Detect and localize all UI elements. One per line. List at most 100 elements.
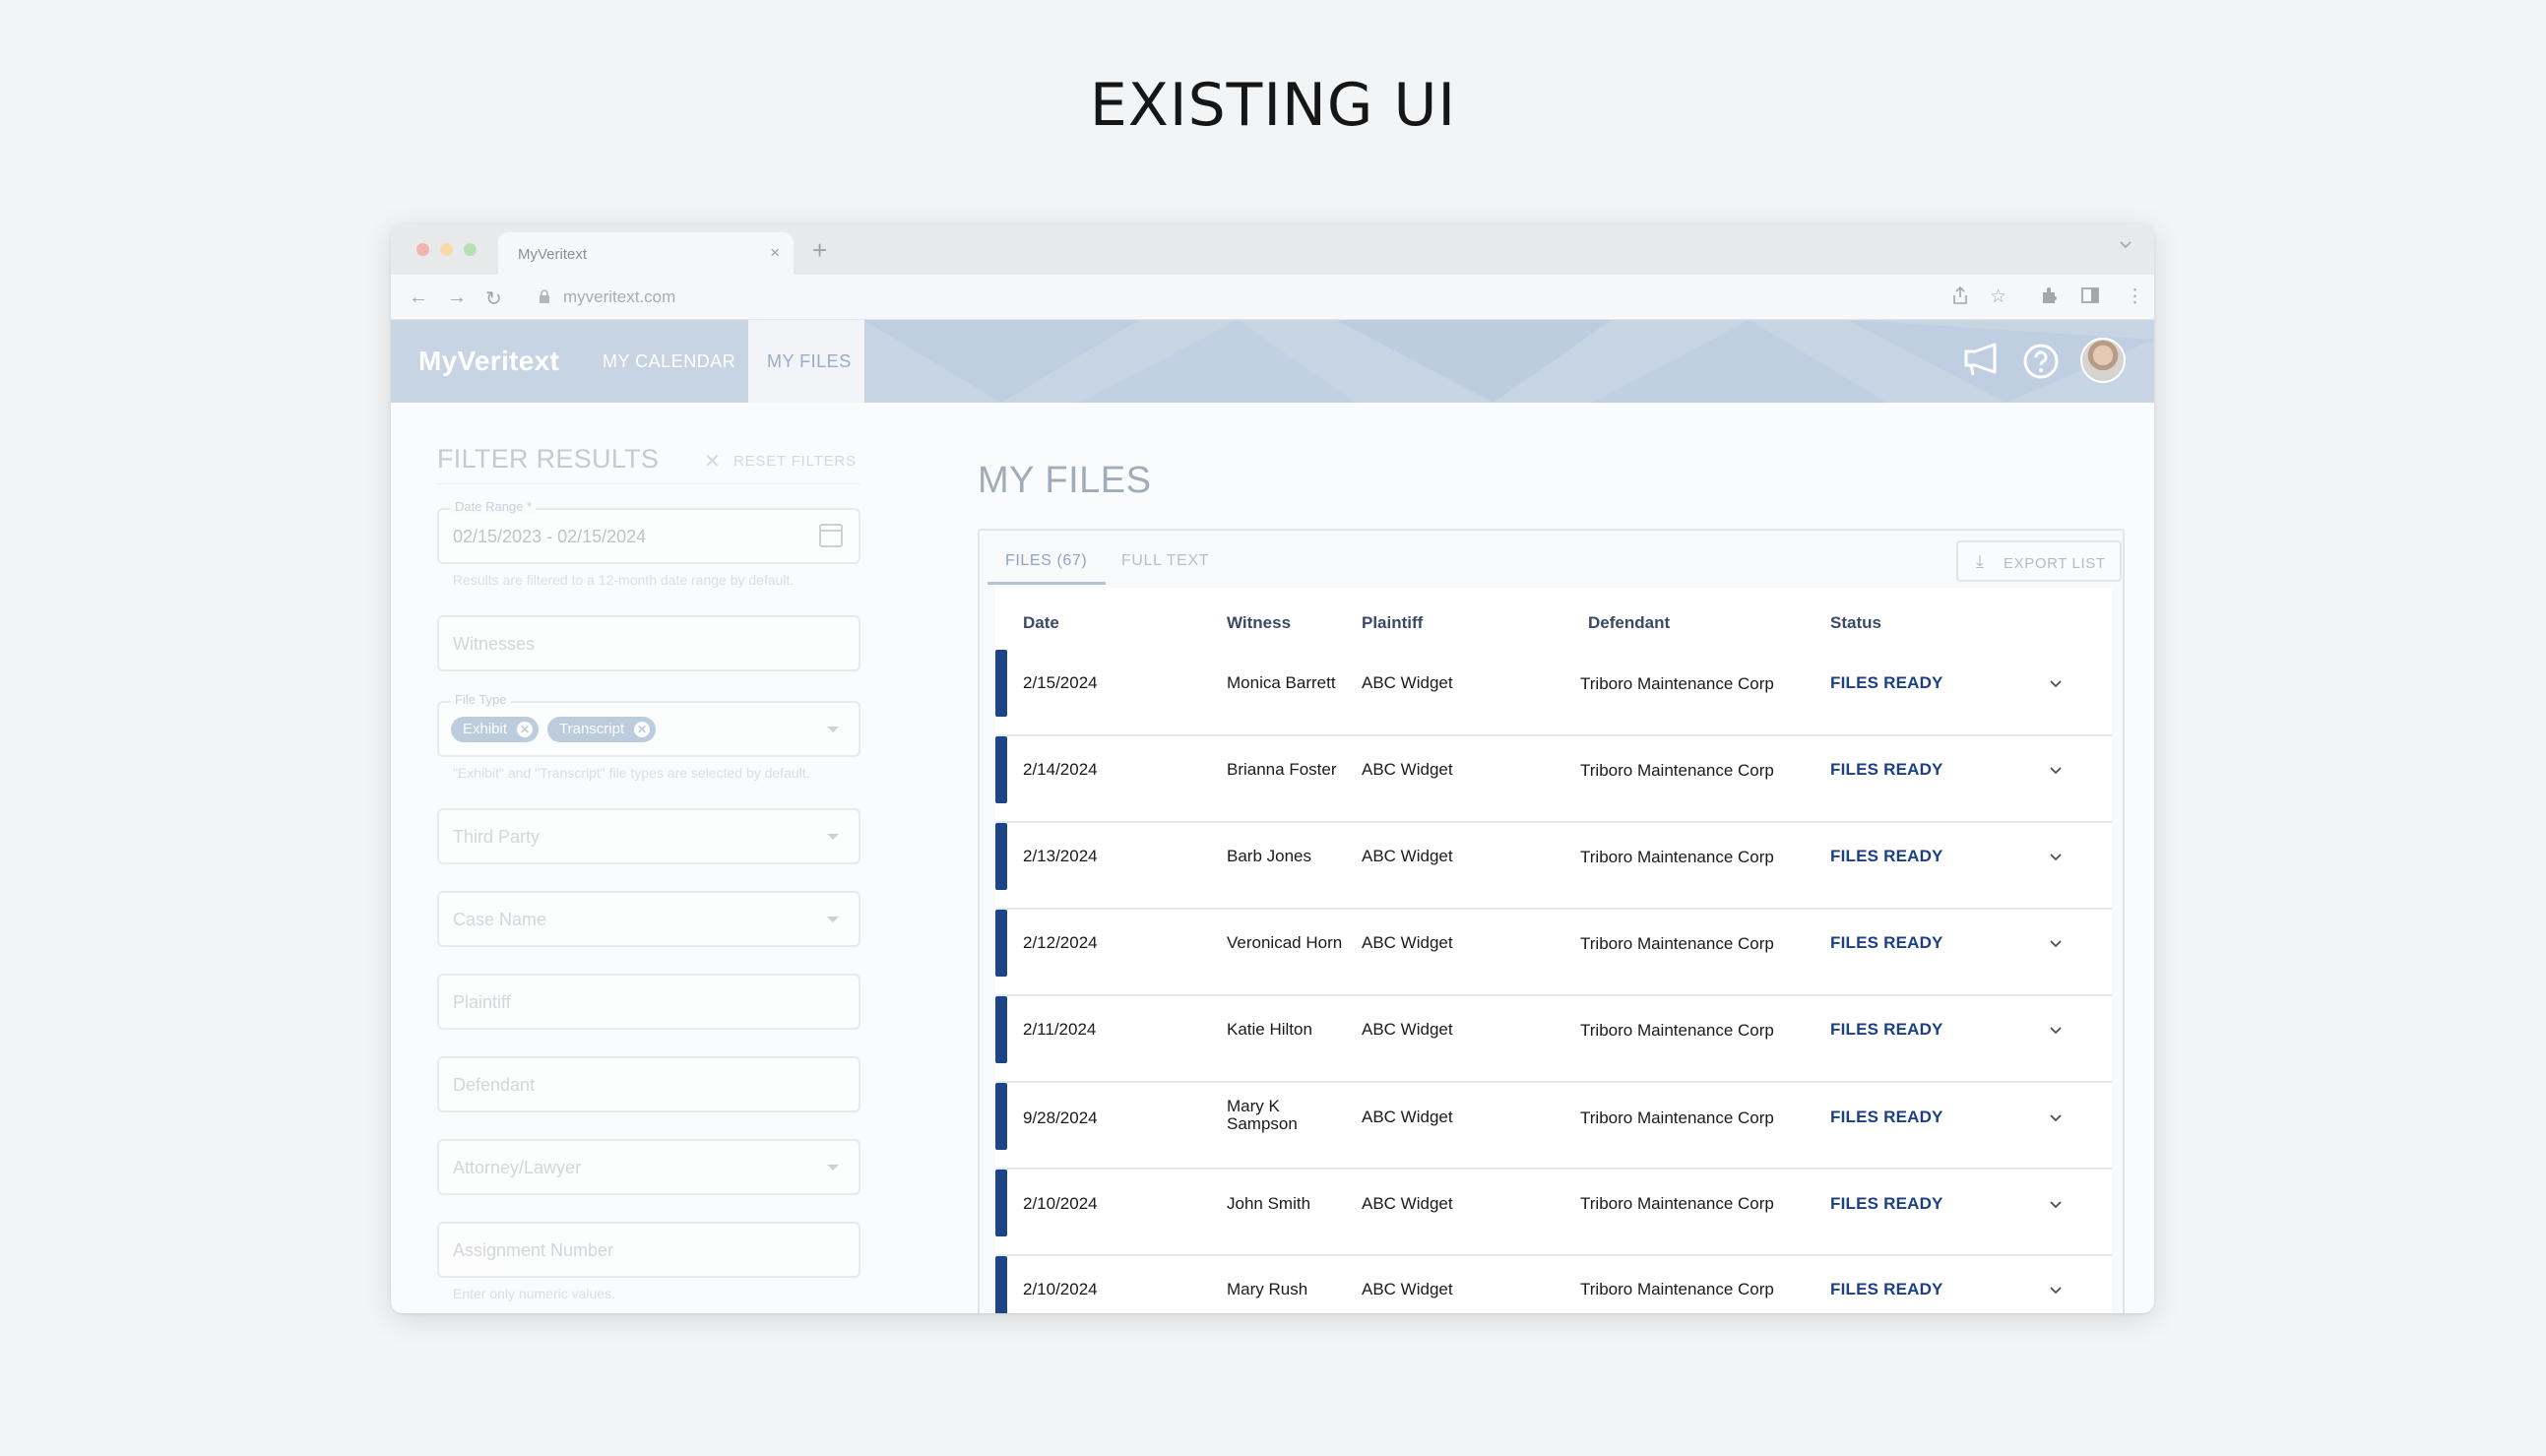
close-icon[interactable]: ×: [770, 243, 780, 263]
chevron-down-icon[interactable]: [2049, 1111, 2063, 1125]
browser-tab-title: MyVeritext: [518, 246, 588, 263]
sidebar-icon[interactable]: [2080, 285, 2100, 305]
more-icon[interactable]: ⋮: [2126, 285, 2144, 308]
column-header-status[interactable]: Status: [1830, 613, 1881, 633]
defendant-field[interactable]: Defendant: [437, 1056, 860, 1112]
witnesses-field[interactable]: Witnesses: [437, 615, 860, 671]
chevron-down-icon[interactable]: [2049, 937, 2063, 951]
table-row[interactable]: 2/11/2024 Katie Hilton ABC Widget Tribor…: [995, 996, 2112, 1083]
extensions-icon[interactable]: [2040, 285, 2060, 305]
tab-menu-chevron-icon[interactable]: [2119, 237, 2132, 251]
chevron-down-icon[interactable]: [2049, 1024, 2063, 1038]
table-row[interactable]: 2/10/2024 John Smith ABC Widget Triboro …: [995, 1170, 2112, 1256]
file-type-hint: "Exhibit" and "Transcript" file types ar…: [453, 765, 810, 781]
app-logo[interactable]: MyVeritext: [418, 346, 559, 377]
window-maximize-dot[interactable]: [464, 243, 477, 256]
cell-witness: Monica Barrett: [1227, 673, 1336, 692]
status-badge: FILES READY: [1830, 847, 1943, 865]
status-badge: FILES READY: [1830, 1194, 1943, 1213]
star-icon[interactable]: ☆: [1990, 285, 2006, 308]
share-icon[interactable]: [1951, 285, 1969, 305]
table-row[interactable]: 9/28/2024 Mary K Sampson ABC Widget Trib…: [995, 1083, 2112, 1170]
cell-defendant: Triboro Maintenance Corp: [1580, 1280, 1774, 1298]
case-name-select[interactable]: Case Name: [437, 891, 860, 947]
export-list-button[interactable]: ⤓ EXPORT LIST: [1956, 540, 2122, 582]
column-header-witness[interactable]: Witness: [1227, 613, 1291, 633]
cell-defendant: Triboro Maintenance Corp: [1580, 1108, 1774, 1127]
chevron-down-icon[interactable]: [827, 917, 839, 922]
url-field[interactable]: myveritext.com: [563, 287, 675, 307]
close-icon[interactable]: ✕: [634, 722, 651, 737]
cell-date: 2/10/2024: [1023, 1194, 1098, 1213]
browser-window: MyVeritext × + ← → ↻ myveritext.com ☆ ⋮: [391, 223, 2154, 1313]
avatar[interactable]: [2080, 338, 2126, 383]
chevron-down-icon[interactable]: [827, 1165, 839, 1171]
table-row[interactable]: 2/14/2024 Brianna Foster ABC Widget Trib…: [995, 736, 2112, 823]
megaphone-icon[interactable]: [1961, 340, 2003, 381]
export-list-label: EXPORT LIST: [2004, 555, 2106, 572]
date-range-value: 02/15/2023 - 02/15/2024: [453, 527, 647, 546]
table-row[interactable]: 2/10/2024 Mary Rush ABC Widget Triboro M…: [995, 1256, 2112, 1313]
cell-date: 2/11/2024: [1023, 1020, 1097, 1039]
table-row[interactable]: 2/15/2024 Monica Barrett ABC Widget Trib…: [995, 650, 2112, 736]
cell-plaintiff: ABC Widget: [1362, 1020, 1453, 1039]
cell-defendant: Triboro Maintenance Corp: [1580, 1021, 1774, 1040]
filter-title: FILTER RESULTS: [437, 444, 660, 474]
forward-icon[interactable]: →: [447, 286, 467, 309]
close-icon[interactable]: ✕: [517, 722, 534, 737]
chip-exhibit[interactable]: Exhibit ✕: [451, 717, 540, 742]
divider: [437, 483, 860, 484]
browser-tab[interactable]: MyVeritext ×: [498, 232, 794, 275]
attorney-select[interactable]: Attorney/Lawyer: [437, 1139, 860, 1195]
new-tab-button[interactable]: +: [812, 235, 827, 266]
file-type-field[interactable]: File Type Exhibit ✕ Transcript ✕: [437, 692, 860, 757]
column-header-defendant[interactable]: Defendant: [1588, 613, 1670, 633]
status-badge: FILES READY: [1830, 1280, 1943, 1298]
table-row[interactable]: 2/13/2024 Barb Jones ABC Widget Triboro …: [995, 823, 2112, 910]
table-row[interactable]: 2/12/2024 Veronicad Horn ABC Widget Trib…: [995, 910, 2112, 996]
page-title: MY FILES: [978, 460, 1152, 501]
cell-date: 2/15/2024: [1023, 673, 1098, 692]
chevron-down-icon[interactable]: [2049, 677, 2063, 691]
close-icon[interactable]: ✕: [704, 449, 721, 474]
nav-my-files-label: MY FILES: [767, 351, 852, 371]
tab-strip: MyVeritext × +: [391, 223, 2154, 275]
cell-defendant: Triboro Maintenance Corp: [1580, 674, 1774, 693]
reload-icon[interactable]: ↻: [485, 286, 502, 311]
cell-witness: John Smith: [1227, 1194, 1311, 1213]
nav-my-calendar[interactable]: MY CALENDAR: [603, 351, 735, 372]
tab-full-text[interactable]: FULL TEXT: [1121, 552, 1209, 570]
plaintiff-field[interactable]: Plaintiff: [437, 974, 860, 1030]
content-area: FILTER RESULTS ✕ RESET FILTERS Date Rang…: [391, 403, 2154, 1313]
chevron-down-icon[interactable]: [2049, 1284, 2063, 1298]
help-icon[interactable]: [2021, 342, 2061, 381]
chevron-down-icon[interactable]: [2049, 764, 2063, 778]
back-icon[interactable]: ←: [409, 286, 428, 309]
column-header-plaintiff[interactable]: Plaintiff: [1362, 613, 1423, 633]
cell-date: 2/10/2024: [1023, 1280, 1098, 1298]
cell-date: 2/14/2024: [1023, 760, 1098, 779]
window-close-dot[interactable]: [416, 243, 429, 256]
reset-filters-button[interactable]: RESET FILTERS: [733, 453, 857, 470]
third-party-select[interactable]: Third Party: [437, 808, 860, 864]
chevron-down-icon[interactable]: [2049, 851, 2063, 864]
chip-transcript[interactable]: Transcript ✕: [547, 717, 657, 742]
lock-icon: [540, 289, 549, 303]
assignment-number-field[interactable]: Assignment Number: [437, 1222, 860, 1278]
chevron-down-icon[interactable]: [827, 727, 839, 732]
calendar-icon[interactable]: [819, 524, 843, 547]
status-badge: FILES READY: [1830, 1108, 1943, 1126]
tab-files[interactable]: FILES (67): [1005, 552, 1087, 570]
chevron-down-icon[interactable]: [2049, 1198, 2063, 1212]
app-header: MyVeritext MY CALENDAR MY FILES: [391, 320, 2154, 403]
cell-witness: Veronicad Horn: [1227, 933, 1343, 952]
files-table: Date Witness Plaintiff Defendant Status …: [995, 588, 2112, 1313]
assignment-placeholder: Assignment Number: [453, 1240, 614, 1260]
chevron-down-icon[interactable]: [827, 834, 839, 840]
plaintiff-placeholder: Plaintiff: [453, 992, 511, 1012]
date-range-field[interactable]: Date Range * 02/15/2023 - 02/15/2024: [437, 499, 860, 564]
window-minimize-dot[interactable]: [440, 243, 453, 256]
active-tab-indicator: [987, 582, 1106, 585]
column-header-date[interactable]: Date: [1023, 613, 1059, 633]
nav-my-files[interactable]: MY FILES: [748, 320, 864, 403]
